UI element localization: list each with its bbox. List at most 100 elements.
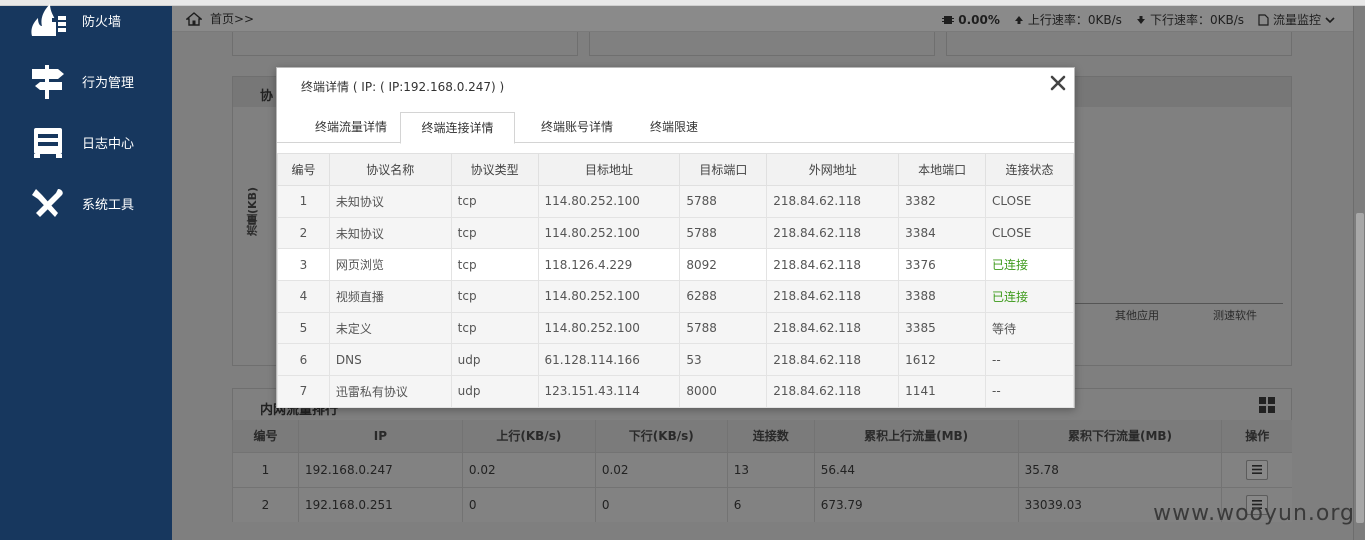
cell-local-port: 1141 — [898, 375, 987, 408]
upload-arrow-icon — [1014, 15, 1023, 24]
cell-connections: 6 — [726, 486, 815, 522]
tab-account-detail[interactable]: 终端账号详情 — [521, 112, 633, 143]
column-header: 累积下行流量(MB) — [1017, 420, 1222, 452]
cell-total-up: 56.44 — [813, 451, 1019, 487]
column-header: 累积上行流量(MB) — [813, 420, 1019, 452]
cell-local-port: 3388 — [898, 280, 987, 313]
cell-target-address: 114.80.252.100 — [537, 216, 681, 250]
log-icon — [28, 122, 68, 162]
cell-total-up: 673.79 — [813, 486, 1019, 522]
sidebar-item-label: 日志中心 — [82, 136, 135, 152]
download-value: 0KB/s — [1209, 12, 1244, 27]
breadcrumb[interactable]: 首页>> — [186, 10, 254, 27]
modal-tabs: 终端流量详情 终端连接详情 终端账号详情 终端限速 — [277, 112, 1074, 144]
cell-external-address: 218.84.62.118 — [766, 248, 900, 282]
cell-index: 7 — [277, 375, 330, 408]
column-header: IP — [297, 420, 463, 452]
cell-external-address: 218.84.62.118 — [766, 343, 900, 377]
sidebar-item-tools[interactable]: 系统工具 — [0, 178, 172, 228]
cell-status: CLOSE — [985, 216, 1074, 250]
sidebar-item-label: 系统工具 — [82, 197, 135, 213]
cell-status: -- — [985, 343, 1074, 377]
cell-target-port: 6288 — [679, 280, 768, 313]
column-header: 上行(KB/s) — [461, 420, 596, 452]
upload-value: 0KB/s — [1087, 12, 1122, 27]
axis-label-speedtest: 测速软件 — [1213, 309, 1257, 322]
cell-protocol-type: tcp — [450, 216, 539, 250]
column-header: 目标地址 — [537, 153, 681, 186]
cell-status: CLOSE — [985, 185, 1074, 218]
cell-protocol-type: udp — [450, 375, 539, 408]
sidebar-item-label: 行为管理 — [82, 75, 135, 91]
sidebar-item-log[interactable]: 日志中心 — [0, 117, 172, 167]
cell-protocol-type: tcp — [450, 248, 539, 282]
column-header: 连接状态 — [985, 153, 1074, 186]
axis-label-other: 其他应用 — [1115, 309, 1159, 322]
cell-index: 4 — [277, 280, 330, 313]
cell-ip: 192.168.0.247 — [297, 451, 463, 487]
cell-protocol-name: 网页浏览 — [328, 248, 452, 282]
modal-title: 终端详情 ( IP: ( IP:192.168.0.247) ) — [301, 80, 505, 94]
download-arrow-icon — [1136, 15, 1145, 24]
cell-protocol-name: 未知协议 — [328, 216, 452, 250]
cell-index: 5 — [277, 311, 330, 345]
cell-target-address: 114.80.252.100 — [537, 280, 681, 313]
traffic-monitor-label: 流量监控 — [1272, 13, 1321, 27]
grid-icon[interactable] — [1259, 397, 1275, 413]
column-header: 下行(KB/s) — [594, 420, 728, 452]
cell-protocol-name: 视频直播 — [328, 280, 452, 313]
cell-external-address: 218.84.62.118 — [766, 216, 900, 250]
table-row: 2 未知协议 tcp 114.80.252.100 5788 218.84.62.118 3… — [277, 216, 1074, 250]
cell-target-port: 5788 — [679, 311, 768, 345]
table-row: 4 视频直播 tcp 114.80.252.100 6288 218.84.62.118 3… — [277, 280, 1074, 313]
row-menu-button[interactable] — [1246, 459, 1269, 480]
cell-protocol-type: tcp — [450, 185, 539, 218]
cell-protocol-name: 未知协议 — [328, 185, 452, 218]
column-header: 操作 — [1221, 420, 1292, 452]
traffic-monitor-dropdown[interactable]: 流量监控 — [1258, 11, 1335, 28]
connection-table: 编号 协议名称 协议类型 目标地址 目标端口 外网地址 本地端口 连接状态 1未… — [277, 153, 1074, 408]
chevron-down-icon — [1325, 16, 1335, 23]
cell-down: 0 — [594, 486, 728, 522]
tab-connection-detail[interactable]: 终端连接详情 — [400, 112, 515, 144]
table-row: 3 网页浏览 tcp 118.126.4.229 8092 218.84.62.118 33… — [277, 248, 1074, 282]
scrollbar-thumb[interactable] — [1356, 213, 1364, 523]
cell-total-down: 35.78 — [1017, 451, 1222, 487]
sidebar: 防火墙 行为管理 日志中心 系统工具 — [0, 4, 172, 540]
cell-local-port: 3382 — [898, 185, 987, 218]
cell-status: -- — [985, 375, 1074, 408]
tab-speed-limit[interactable]: 终端限速 — [629, 112, 719, 143]
cell-index: 2 — [232, 486, 299, 522]
cell-target-address: 118.126.4.229 — [537, 248, 681, 282]
page-scrollbar[interactable] — [1353, 6, 1365, 540]
cell-local-port: 3376 — [898, 248, 987, 282]
cell-target-port: 8000 — [679, 375, 768, 408]
table-row: 5 未定义 tcp 114.80.252.100 5788 218.84.62.118 33… — [277, 311, 1074, 345]
cell-index: 3 — [277, 248, 330, 282]
status-bar: 0.00% 上行速率： 0KB/s 下行速率： 0KB/s 流量监控 — [928, 11, 1335, 28]
cell-protocol-type: udp — [450, 343, 539, 377]
cell-index: 1 — [277, 185, 330, 218]
cpu-icon — [942, 15, 955, 24]
cell-target-port: 8092 — [679, 248, 768, 282]
signpost-icon — [28, 61, 68, 101]
cell-target-port: 53 — [679, 343, 768, 377]
firewall-icon — [28, 0, 68, 40]
column-header: 目标端口 — [679, 153, 768, 186]
cell-external-address: 218.84.62.118 — [766, 185, 900, 218]
cell-external-address: 218.84.62.118 — [766, 375, 900, 408]
tab-traffic-detail[interactable]: 终端流量详情 — [295, 112, 407, 143]
download-label: 下行速率： — [1149, 13, 1210, 27]
cell-index: 6 — [277, 343, 330, 377]
sidebar-item-behavior[interactable]: 行为管理 — [0, 56, 172, 106]
cell-protocol-name: 迅雷私有协议 — [328, 375, 452, 408]
table-row: 6 DNS udp 61.128.114.166 53 218.84.62.118 1612… — [277, 343, 1074, 377]
cell-target-port: 5788 — [679, 216, 768, 250]
breadcrumb-text: 首页>> — [210, 12, 255, 26]
close-icon[interactable] — [1048, 73, 1068, 93]
cell-target-address: 114.80.252.100 — [537, 311, 681, 345]
table-row: 1 未知协议 tcp 114.80.252.100 5788 218.84.62.118 3… — [277, 185, 1074, 218]
sidebar-item-firewall[interactable]: 防火墙 — [0, 0, 172, 45]
cell-target-port: 5788 — [679, 185, 768, 218]
cell-target-address: 114.80.252.100 — [537, 185, 681, 218]
